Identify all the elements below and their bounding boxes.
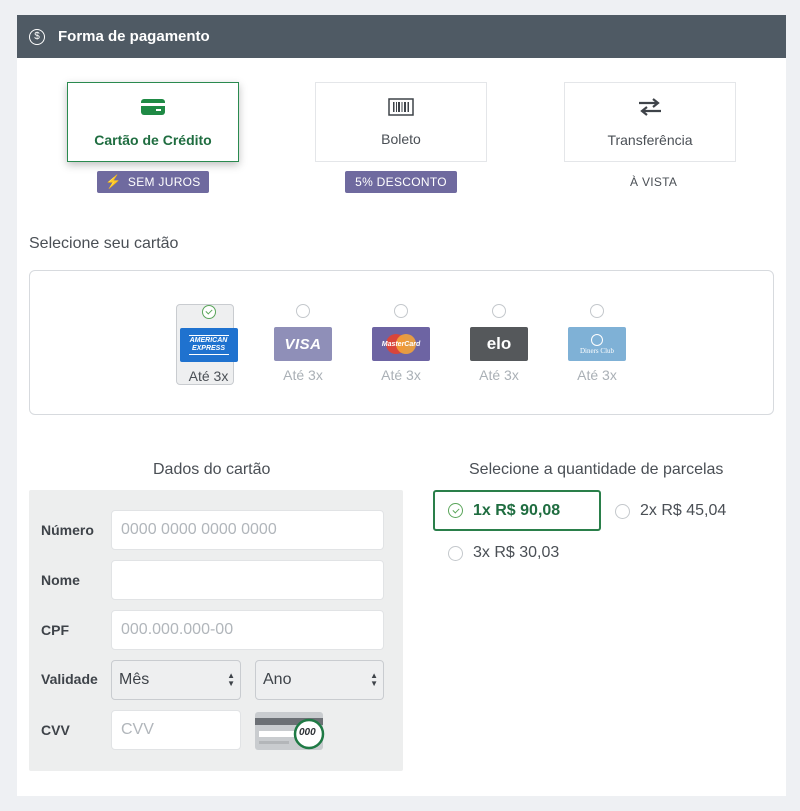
installment-option-3x[interactable]: 3x R$ 30,03 — [448, 544, 559, 562]
card-option-mastercard[interactable]: MasterCard Até 3x — [372, 304, 430, 383]
visa-logo-text: VISA — [284, 335, 322, 353]
installment-label: 3x R$ 30,03 — [473, 544, 560, 561]
visa-logo: VISA — [274, 327, 332, 361]
radio-checked-icon[interactable] — [448, 503, 463, 518]
diners-logo: Diners Club — [568, 327, 626, 361]
badge-sem-juros: ⚡ SEM JUROS — [97, 171, 209, 193]
cvv-hint-text: 000 — [299, 727, 316, 738]
radio-icon[interactable] — [394, 304, 408, 318]
installments-title: Selecione a quantidade de parcelas — [469, 461, 724, 478]
elo-logo: elo — [470, 327, 528, 361]
card-limit: Até 3x — [381, 367, 421, 383]
month-select[interactable]: Mês ▲ ▼ — [111, 660, 241, 700]
card-limit: Até 3x — [479, 367, 519, 383]
validade-label: Validade — [41, 671, 98, 687]
numero-label: Número — [41, 522, 94, 538]
panel-title: Forma de pagamento — [58, 28, 210, 45]
card-form-title: Dados do cartão — [153, 461, 271, 478]
card-name-input[interactable] — [111, 560, 384, 600]
nome-label: Nome — [41, 572, 80, 588]
lightning-icon: ⚡ — [105, 174, 122, 189]
card-option-visa[interactable]: VISA Até 3x — [274, 304, 332, 383]
radio-icon[interactable] — [296, 304, 310, 318]
badge-label: SEM JUROS — [127, 175, 201, 189]
radio-icon[interactable] — [492, 304, 506, 318]
cvv-input[interactable]: CVV — [111, 710, 241, 750]
card-limit: Até 3x — [577, 367, 617, 383]
transfer-arrows-icon — [636, 97, 664, 122]
mastercard-logo-text: MasterCard — [381, 340, 421, 348]
cvv-label: CVV — [41, 722, 70, 738]
diners-circle-icon — [591, 333, 603, 346]
method-transfer[interactable]: Transferência — [564, 82, 736, 162]
card-limit: Até 3x — [283, 367, 323, 383]
year-select-value: Ano — [263, 671, 292, 688]
card-limit: Até 3x — [188, 368, 229, 384]
note-a-vista: À VISTA — [630, 175, 678, 189]
badge-label: 5% DESCONTO — [355, 175, 447, 189]
installment-label: 2x R$ 45,04 — [640, 502, 727, 519]
amex-logo-text: AMERICAN EXPRESS — [188, 335, 229, 355]
method-label: Transferência — [607, 131, 693, 148]
barcode-icon — [388, 97, 414, 121]
year-select[interactable]: Ano ▲ ▼ — [255, 660, 384, 700]
radio-icon[interactable] — [448, 545, 463, 561]
elo-logo-text: elo — [486, 334, 512, 353]
method-label: Boleto — [381, 130, 421, 147]
installment-label: 1x R$ 90,08 — [473, 501, 561, 519]
panel-header: $ Forma de pagamento — [17, 15, 786, 58]
month-select-value: Mês — [119, 671, 150, 688]
updown-arrow-icon: ▲ ▼ — [227, 671, 235, 688]
method-credit-card[interactable]: Cartão de Crédito — [67, 82, 239, 162]
cards-section-title: Selecione seu cartão — [29, 235, 179, 252]
method-boleto[interactable]: Boleto — [315, 82, 487, 162]
cpf-label: CPF — [41, 622, 69, 638]
amex-logo: AMERICAN EXPRESS — [179, 328, 238, 362]
diners-logo-text: Diners Club — [579, 346, 615, 355]
credit-card-icon — [140, 97, 166, 122]
cvv-card-hint-icon: 000 — [255, 712, 325, 750]
radio-icon[interactable] — [615, 503, 630, 519]
payment-panel: $ Forma de pagamento Cartão de Crédito B… — [17, 15, 786, 796]
mastercard-logo: MasterCard — [372, 327, 430, 361]
installment-option-2x[interactable]: 2x R$ 45,04 — [615, 502, 726, 520]
radio-checked-icon[interactable] — [201, 305, 216, 319]
card-option-elo[interactable]: elo Até 3x — [470, 304, 528, 383]
card-form: Número 0000 0000 0000 0000 Nome CPF 000.… — [29, 490, 403, 771]
cpf-input[interactable]: 000.000.000-00 — [111, 610, 384, 650]
updown-arrow-icon: ▲ ▼ — [370, 671, 378, 688]
method-label: Cartão de Crédito — [94, 131, 212, 148]
card-option-diners[interactable]: Diners Club Até 3x — [568, 304, 626, 383]
card-option-amex[interactable]: AMERICAN EXPRESS Até 3x — [176, 304, 238, 385]
radio-icon[interactable] — [590, 304, 604, 318]
card-brand-selector: AMERICAN EXPRESS Até 3x VISA Até 3x Mast… — [29, 270, 774, 415]
card-number-input[interactable]: 0000 0000 0000 0000 — [111, 510, 384, 550]
badge-desconto: 5% DESCONTO — [345, 171, 457, 193]
installment-option-1x[interactable]: 1x R$ 90,08 — [433, 490, 601, 531]
dollar-circle-icon: $ — [29, 28, 45, 45]
